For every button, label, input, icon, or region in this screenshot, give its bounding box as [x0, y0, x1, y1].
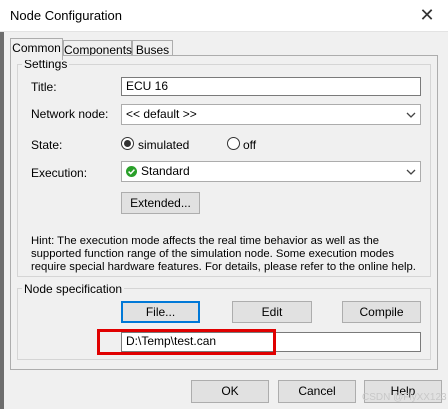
- title-input[interactable]: ECU 16: [121, 77, 421, 96]
- title-bar: Node Configuration ✕: [0, 0, 448, 32]
- network-node-select[interactable]: << default >>: [121, 104, 421, 125]
- watermark: CSDN @FlyXX123: [362, 392, 447, 403]
- check-circle-icon: [126, 166, 137, 177]
- radio-selected-dot: [124, 140, 131, 147]
- chevron-down-icon: [406, 112, 416, 118]
- simulated-radio[interactable]: [121, 137, 134, 150]
- tab-common-label: Common: [12, 41, 61, 55]
- close-icon: ✕: [419, 5, 435, 25]
- node-spec-legend: Node specification: [22, 282, 125, 296]
- off-radio[interactable]: [227, 137, 240, 150]
- file-button[interactable]: File...: [121, 301, 200, 323]
- execution-label: Execution:: [31, 166, 88, 180]
- active-tab-joint: [11, 55, 62, 57]
- window-title: Node Configuration: [10, 8, 123, 23]
- extended-button[interactable]: Extended...: [121, 192, 200, 214]
- hint-text: Hint: The execution mode affects the rea…: [31, 235, 416, 273]
- compile-button[interactable]: Compile: [342, 301, 421, 323]
- chevron-down-icon: [406, 169, 416, 175]
- simulated-radio-label[interactable]: simulated: [138, 138, 189, 152]
- execution-select[interactable]: Standard: [121, 161, 421, 182]
- edit-button[interactable]: Edit: [232, 301, 312, 323]
- window-edge: [0, 32, 4, 409]
- network-node-value: << default >>: [126, 107, 197, 121]
- close-button[interactable]: ✕: [406, 0, 448, 32]
- network-node-label: Network node:: [31, 107, 109, 121]
- ok-button[interactable]: OK: [191, 380, 269, 403]
- off-radio-label[interactable]: off: [243, 138, 256, 152]
- execution-value: Standard: [141, 164, 190, 178]
- highlight-box: [97, 329, 276, 355]
- cancel-button[interactable]: Cancel: [278, 380, 356, 403]
- state-label: State:: [31, 138, 63, 152]
- title-label: Title:: [31, 80, 57, 94]
